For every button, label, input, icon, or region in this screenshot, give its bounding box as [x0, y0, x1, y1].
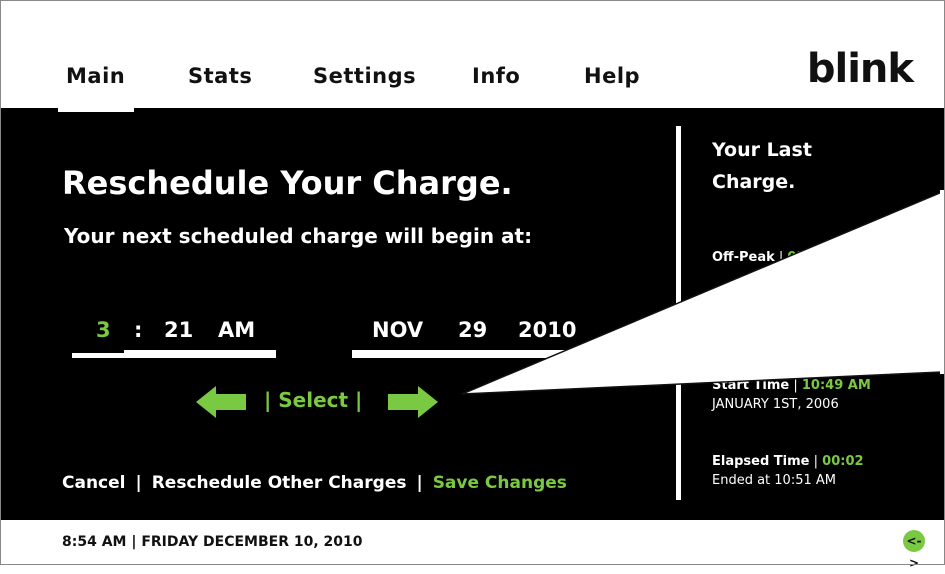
blink-logo: blink: [806, 46, 914, 92]
time-underline: [124, 350, 276, 358]
date-field: NOV 29 2010: [352, 318, 588, 358]
date-underline: [352, 350, 588, 358]
off-peak-row: Off-Peak | 0%: [712, 250, 810, 265]
last-charge-title: Your Last Charge.: [712, 134, 812, 198]
status-footer: 8:54 AM | FRIDAY DECEMBER 10, 2010 <->: [0, 520, 945, 570]
time-separator: :: [134, 318, 143, 342]
hour-value[interactable]: 3: [96, 318, 111, 342]
arrow-right-icon[interactable]: [388, 386, 438, 418]
start-time-label: Start Time: [712, 378, 790, 393]
off-peak-separator: |: [778, 250, 784, 265]
save-changes-button[interactable]: Save Changes: [433, 473, 567, 493]
tab-help[interactable]: Help: [584, 64, 640, 88]
tab-info[interactable]: Info: [472, 64, 520, 88]
minute-value[interactable]: 21: [164, 318, 193, 342]
period-value[interactable]: AM: [218, 318, 255, 342]
action-separator: |: [416, 473, 423, 493]
day-value[interactable]: 29: [458, 318, 487, 342]
page-subtitle: Your next scheduled charge will begin at…: [64, 224, 533, 248]
select-label[interactable]: | Select |: [264, 388, 362, 412]
start-time-row: Start Time | 10:49 AM JANUARY 1ST, 2006: [712, 378, 871, 412]
tab-main[interactable]: Main: [66, 64, 125, 88]
last-charge-title-line1: Your Last: [712, 139, 812, 161]
page-title: Reschedule Your Charge.: [62, 164, 513, 202]
partial-text: ...ured.: [712, 328, 759, 343]
start-date: JANUARY 1ST, 2006: [712, 397, 839, 412]
arrow-left-icon[interactable]: [196, 386, 246, 418]
tab-stats[interactable]: Stats: [188, 64, 252, 88]
last-charge-title-line2: Charge.: [712, 171, 796, 193]
top-navigation: Main Stats Settings Info Help blink: [0, 0, 945, 108]
action-separator: |: [135, 473, 142, 493]
cancel-button[interactable]: Cancel: [62, 473, 125, 493]
ended-at-text: Ended at 10:51 AM: [712, 473, 836, 488]
year-value[interactable]: 2010: [518, 318, 576, 342]
elapsed-time-separator: |: [813, 454, 819, 469]
hour-underline-active: [72, 353, 124, 358]
screen: Main Stats Settings Info Help blink Resc…: [0, 0, 945, 570]
tab-settings[interactable]: Settings: [313, 64, 416, 88]
active-tab-indicator: [58, 106, 134, 112]
reschedule-other-charges-button[interactable]: Reschedule Other Charges: [152, 473, 407, 493]
expand-arrows-icon[interactable]: <->: [903, 530, 925, 570]
off-peak-label: Off-Peak: [712, 250, 775, 265]
column-divider: [676, 126, 681, 500]
off-peak-value: 0%: [787, 250, 810, 265]
action-bar: Cancel | Reschedule Other Charges | Save Cha…: [62, 473, 567, 493]
start-time-value: 10:49 AM: [801, 378, 871, 393]
start-time-separator: |: [793, 378, 798, 393]
elapsed-time-row: Elapsed Time | 00:02 Ended at 10:51 AM: [712, 454, 864, 488]
status-datetime: 8:54 AM | FRIDAY DECEMBER 10, 2010: [62, 534, 363, 550]
elapsed-time-label: Elapsed Time: [712, 454, 810, 469]
time-field: 3 : 21 AM: [72, 318, 276, 358]
month-value[interactable]: NOV: [372, 318, 423, 342]
elapsed-time-value: 00:02: [822, 454, 864, 469]
